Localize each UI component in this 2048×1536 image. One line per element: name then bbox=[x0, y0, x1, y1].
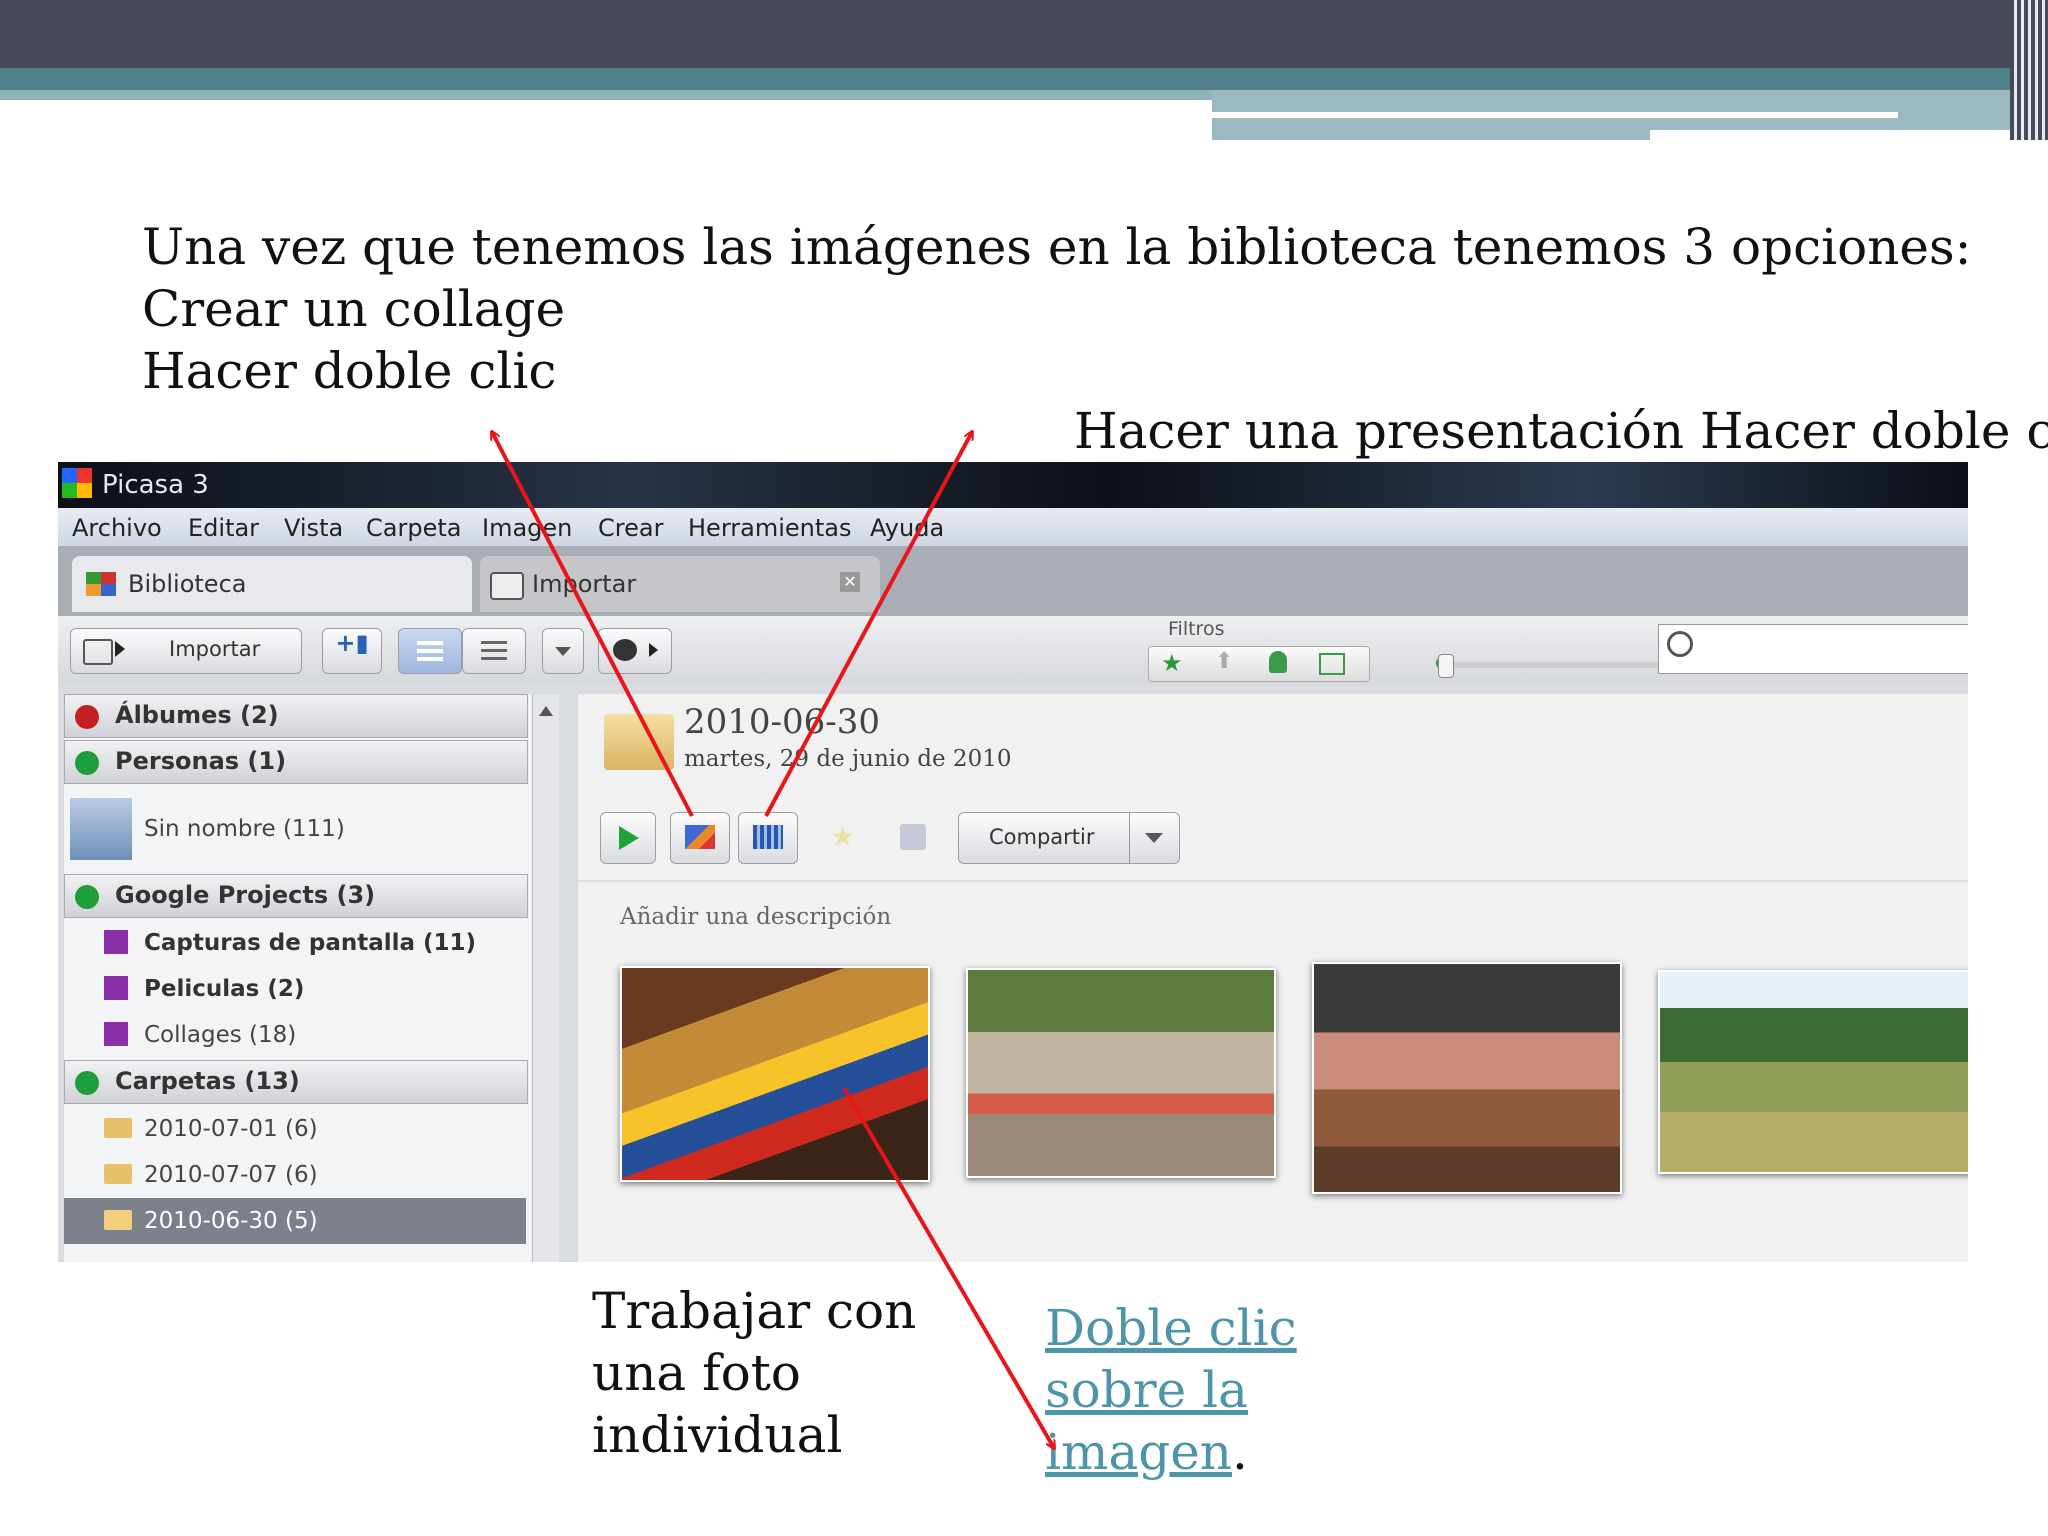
arrow-presentation bbox=[764, 432, 972, 817]
annotation-arrows bbox=[0, 0, 2048, 1536]
arrow-individual bbox=[842, 1086, 1054, 1448]
arrow-collage bbox=[492, 432, 694, 817]
